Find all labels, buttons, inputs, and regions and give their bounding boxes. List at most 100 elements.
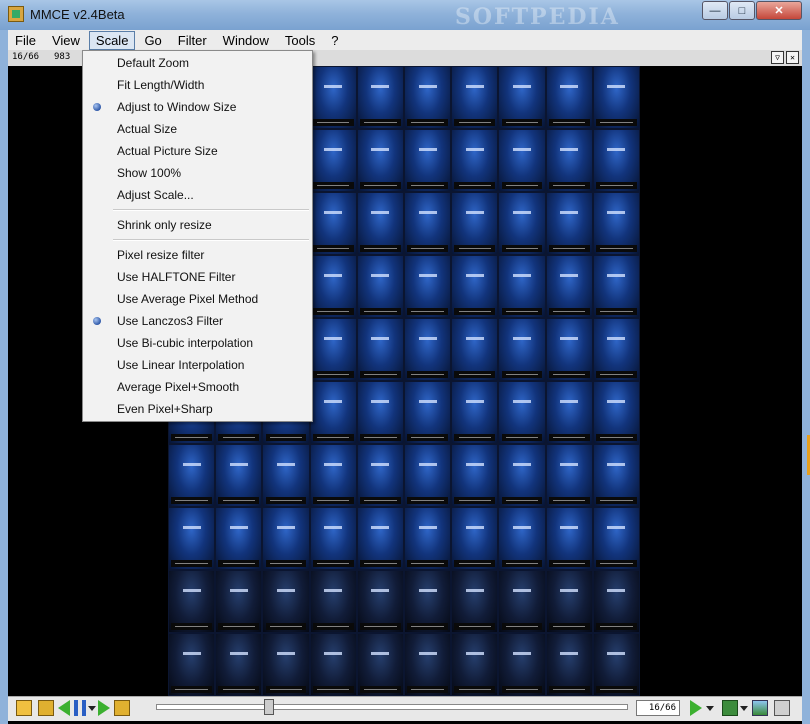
thumbnail[interactable] (592, 66, 640, 129)
thumbnail[interactable] (451, 570, 499, 633)
thumbnail[interactable] (309, 255, 357, 318)
thumbnail[interactable] (404, 633, 452, 696)
dropdown-arrow-icon[interactable]: ▽ (771, 51, 784, 64)
scale-menu-item[interactable]: Use Lanczos3 Filter (83, 310, 312, 332)
thumbnail[interactable] (262, 444, 310, 507)
scale-menu-item[interactable]: Actual Picture Size (83, 140, 312, 162)
thumbnail[interactable] (592, 507, 640, 570)
thumbnail[interactable] (356, 633, 404, 696)
scale-menu-item[interactable]: Shrink only resize (83, 214, 312, 236)
scale-menu-item[interactable]: Use Average Pixel Method (83, 288, 312, 310)
minimize-button[interactable]: — (702, 1, 728, 20)
menu-view[interactable]: View (45, 31, 87, 50)
scale-menu-item[interactable]: Fit Length/Width (83, 74, 312, 96)
pause-icon[interactable] (74, 700, 86, 716)
thumbnail[interactable] (545, 318, 593, 381)
thumbnail[interactable] (356, 507, 404, 570)
menu-window[interactable]: Window (216, 31, 276, 50)
thumbnail[interactable] (498, 318, 546, 381)
fullscreen-icon[interactable] (774, 700, 790, 716)
thumbnail[interactable] (451, 129, 499, 192)
thumbnail[interactable] (262, 507, 310, 570)
scale-menu-item[interactable]: Use Bi-cubic interpolation (83, 332, 312, 354)
thumbnail[interactable] (215, 570, 263, 633)
thumbnail[interactable] (404, 192, 452, 255)
chevron-down-icon[interactable] (706, 706, 714, 711)
thumbnail[interactable] (309, 192, 357, 255)
thumbnail[interactable] (545, 129, 593, 192)
thumbnail[interactable] (356, 318, 404, 381)
thumbnail[interactable] (545, 255, 593, 318)
thumbnail[interactable] (168, 507, 216, 570)
menu-file[interactable]: File (8, 31, 43, 50)
thumbnail[interactable] (451, 192, 499, 255)
thumbnail[interactable] (592, 192, 640, 255)
thumbnail[interactable] (404, 444, 452, 507)
thumbnail[interactable] (545, 192, 593, 255)
thumbnail[interactable] (404, 570, 452, 633)
thumbnail[interactable] (592, 570, 640, 633)
thumbnail[interactable] (451, 444, 499, 507)
scale-menu-item[interactable]: Use Linear Interpolation (83, 354, 312, 376)
scale-menu-item[interactable]: Adjust to Window Size (83, 96, 312, 118)
scale-menu-item[interactable]: Even Pixel+Sharp (83, 398, 312, 420)
menu-tools[interactable]: Tools (278, 31, 322, 50)
thumbnail[interactable] (356, 570, 404, 633)
thumbnail[interactable] (592, 381, 640, 444)
close-button[interactable]: ✕ (756, 1, 802, 20)
thumbnail[interactable] (168, 570, 216, 633)
thumbnail[interactable] (356, 66, 404, 129)
menu-help[interactable]: ? (324, 31, 345, 50)
next-folder-icon[interactable] (114, 700, 130, 716)
menu-filter[interactable]: Filter (171, 31, 214, 50)
thumbnail[interactable] (168, 633, 216, 696)
thumbnail[interactable] (404, 318, 452, 381)
position-slider[interactable] (156, 704, 628, 710)
thumbnail[interactable] (498, 444, 546, 507)
thumbnail[interactable] (592, 255, 640, 318)
thumbnail[interactable] (168, 444, 216, 507)
thumbnail[interactable] (356, 444, 404, 507)
previous-icon[interactable] (58, 700, 70, 716)
menu-go[interactable]: Go (137, 31, 168, 50)
thumbnail[interactable] (451, 381, 499, 444)
next-icon[interactable] (98, 700, 110, 716)
thumbnail[interactable] (309, 318, 357, 381)
app-icon[interactable] (8, 6, 24, 22)
scale-menu-item[interactable]: Actual Size (83, 118, 312, 140)
thumbnail[interactable] (309, 129, 357, 192)
thumbnail[interactable] (545, 570, 593, 633)
thumbnail[interactable] (404, 129, 452, 192)
close-panel-icon[interactable]: ✕ (786, 51, 799, 64)
thumbnail[interactable] (404, 255, 452, 318)
thumbnail[interactable] (309, 633, 357, 696)
thumbnail[interactable] (356, 255, 404, 318)
thumbnail[interactable] (309, 444, 357, 507)
thumbnail[interactable] (356, 192, 404, 255)
thumbnail[interactable] (498, 129, 546, 192)
scale-menu-item[interactable]: Use HALFTONE Filter (83, 266, 312, 288)
thumbnail[interactable] (592, 444, 640, 507)
chevron-down-icon[interactable] (88, 706, 96, 711)
scale-menu-item[interactable]: Default Zoom (83, 52, 312, 74)
thumbnail[interactable] (498, 507, 546, 570)
thumbnail[interactable] (545, 633, 593, 696)
thumbnail[interactable] (215, 444, 263, 507)
thumbnail[interactable] (592, 633, 640, 696)
maximize-button[interactable]: □ (729, 1, 755, 20)
thumbnail[interactable] (498, 192, 546, 255)
thumbnail[interactable] (215, 507, 263, 570)
scale-menu-item[interactable]: Pixel resize filter (83, 244, 312, 266)
thumbnail[interactable] (356, 129, 404, 192)
thumbnail[interactable] (262, 633, 310, 696)
thumbnail[interactable] (309, 66, 357, 129)
thumbnail[interactable] (498, 66, 546, 129)
thumbnail[interactable] (215, 633, 263, 696)
thumbnail[interactable] (404, 507, 452, 570)
thumbnail[interactable] (545, 66, 593, 129)
thumbnail[interactable] (592, 129, 640, 192)
thumbnail[interactable] (451, 318, 499, 381)
slider-thumb[interactable] (264, 699, 275, 715)
thumbnail[interactable] (309, 381, 357, 444)
scale-menu-item[interactable]: Show 100% (83, 162, 312, 184)
